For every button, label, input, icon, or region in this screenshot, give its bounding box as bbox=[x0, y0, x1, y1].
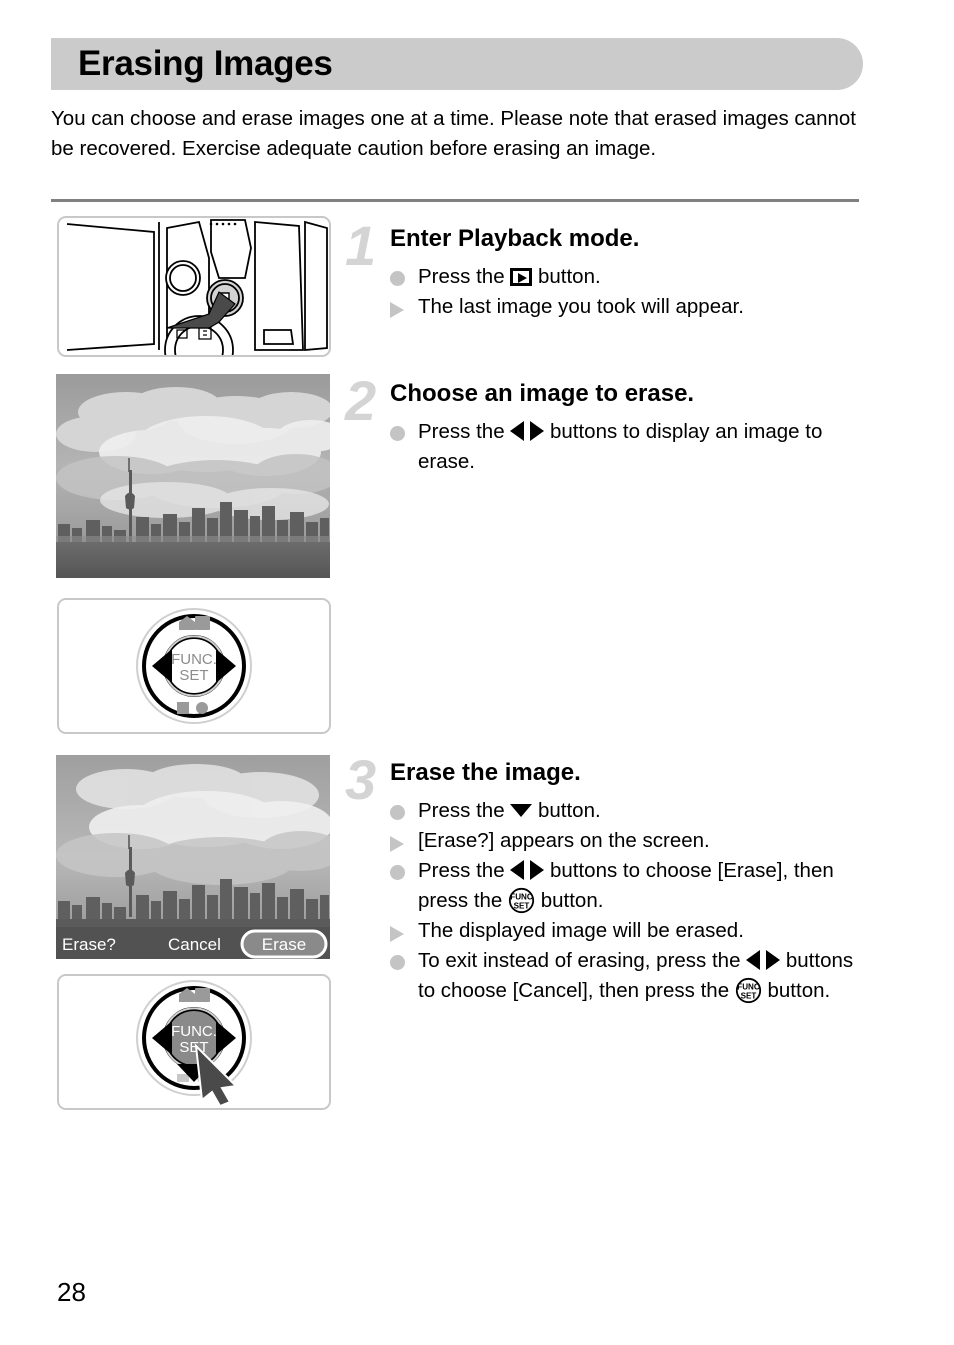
func-set-button-icon: FUNC SET bbox=[508, 887, 535, 914]
horizontal-rule bbox=[51, 199, 859, 202]
step-1-bullets: Press the button. The last image you too… bbox=[390, 262, 868, 322]
erase-prompt-label: Erase? bbox=[62, 935, 116, 954]
figure-erase-screen: Erase? Cancel Erase bbox=[56, 755, 330, 959]
bullet-item: The displayed image will be erased. bbox=[390, 916, 868, 946]
intro-paragraph: You can choose and erase images one at a… bbox=[51, 107, 856, 160]
left-right-buttons-icon bbox=[510, 421, 545, 441]
step-3-heading: Erase the image. bbox=[390, 759, 581, 786]
control-dial-func-set: FUNC. SET bbox=[136, 980, 252, 1108]
playback-button-icon bbox=[510, 268, 533, 286]
step-3-number: 3 bbox=[345, 748, 376, 811]
bullet-text-part: The last image you took will appear. bbox=[418, 295, 744, 318]
figure-control-dial-func-set: FUNC. SET bbox=[57, 974, 331, 1110]
bullet-dot-icon bbox=[390, 426, 405, 441]
bullet-item: Press the button. bbox=[390, 262, 868, 292]
left-right-buttons-icon bbox=[746, 950, 781, 970]
dial-center-label-func: FUNC. bbox=[171, 651, 217, 668]
step-1-number: 1 bbox=[345, 214, 376, 277]
camera-back-illustration bbox=[66, 219, 328, 355]
figure-skyline-photo bbox=[56, 374, 330, 578]
result-triangle-icon bbox=[390, 836, 404, 852]
bullet-item: Press the buttons to display an image to… bbox=[390, 417, 868, 477]
func-set-button-icon: FUNC SET bbox=[735, 977, 761, 1004]
step-2-heading: Choose an image to erase. bbox=[390, 380, 695, 407]
bullet-text-part: button. bbox=[532, 265, 601, 288]
control-dial-left-right: FUNC. SET bbox=[136, 608, 252, 724]
figure-control-dial-left-right: FUNC. SET bbox=[57, 598, 331, 734]
erase-option-selected[interactable]: Erase bbox=[240, 929, 328, 959]
bullet-text-part: The displayed image will be erased. bbox=[418, 919, 744, 942]
bullet-dot-icon bbox=[390, 865, 405, 880]
step-2-number: 2 bbox=[345, 369, 376, 432]
skyline-photo bbox=[56, 374, 330, 578]
result-triangle-icon bbox=[390, 302, 404, 318]
bullet-text-part: To exit instead of erasing, press the bbox=[418, 949, 747, 972]
result-triangle-icon bbox=[390, 926, 404, 942]
svg-text:SET: SET bbox=[514, 902, 530, 911]
bullet-text-part: Press the bbox=[418, 265, 511, 288]
bullet-item: Press the buttons to choose [Erase], the… bbox=[390, 856, 868, 916]
step-3-bullets: Press the button. [Erase?] appears on th… bbox=[390, 796, 868, 1006]
bullet-item: [Erase?] appears on the screen. bbox=[390, 826, 868, 856]
down-button-icon bbox=[510, 804, 533, 817]
bullet-text-part: Press the bbox=[418, 859, 511, 882]
bullet-text-part: Press the bbox=[418, 420, 511, 443]
bullet-text-part: button. bbox=[761, 979, 831, 1002]
dial-center-label-set: SET bbox=[179, 667, 208, 684]
left-right-buttons-icon bbox=[510, 860, 545, 880]
step-2-bullets: Press the buttons to display an image to… bbox=[390, 417, 868, 477]
svg-text:FUNC: FUNC bbox=[510, 893, 533, 902]
dial-center-label-func-2: FUNC. bbox=[171, 1023, 217, 1040]
cancel-option-label: Cancel bbox=[168, 935, 221, 954]
bullet-text-part: [Erase?] appears on the screen. bbox=[418, 829, 710, 852]
figure-camera-back bbox=[57, 216, 331, 357]
step-1-heading: Enter Playback mode. bbox=[390, 225, 640, 252]
svg-text:SET: SET bbox=[740, 992, 756, 1001]
bullet-dot-icon bbox=[390, 805, 405, 820]
erase-confirmation-screen: Erase? Cancel Erase bbox=[56, 755, 330, 959]
bullet-dot-icon bbox=[390, 271, 405, 286]
bullet-item: To exit instead of erasing, press the bu… bbox=[390, 946, 868, 1006]
manual-page: Erasing Images You can choose and erase … bbox=[0, 0, 954, 1345]
bullet-item: The last image you took will appear. bbox=[390, 292, 868, 322]
bullet-text-part: button. bbox=[532, 799, 601, 822]
bullet-dot-icon bbox=[390, 955, 405, 970]
bullet-item: Press the button. bbox=[390, 796, 868, 826]
svg-text:FUNC: FUNC bbox=[737, 983, 760, 992]
erase-option-label: Erase bbox=[262, 935, 306, 954]
bullet-text-part: button. bbox=[535, 889, 604, 912]
page-title: Erasing Images bbox=[78, 44, 333, 83]
page-number: 28 bbox=[57, 1277, 86, 1307]
bullet-text-part: Press the bbox=[418, 799, 511, 822]
